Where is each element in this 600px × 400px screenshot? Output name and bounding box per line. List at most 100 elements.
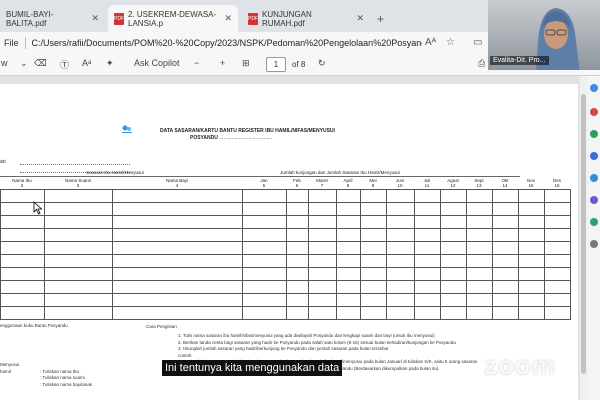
ask-copilot-button[interactable]: Ask Copilot — [134, 58, 180, 68]
table-cell — [492, 189, 519, 203]
copilot-sidebar-icon[interactable] — [590, 196, 598, 204]
edge-sidebar — [588, 76, 600, 400]
add-sidebar-icon[interactable] — [590, 240, 598, 248]
table-cell — [414, 254, 441, 268]
table-cell — [544, 228, 571, 242]
table-cell — [286, 280, 309, 294]
table-cell — [112, 189, 243, 203]
zoom-in-icon[interactable]: + — [220, 58, 225, 68]
table-cell — [492, 228, 519, 242]
table-cell — [242, 267, 287, 281]
table-cell — [0, 241, 45, 255]
pdf-icon: PDF — [114, 12, 124, 25]
table-cell — [44, 254, 113, 268]
table-cell — [386, 267, 415, 281]
draw-chevron-icon[interactable]: ⌄ — [20, 58, 28, 69]
table-cell — [518, 241, 545, 255]
pdf-icon: PDF — [248, 12, 258, 25]
column-number: 12 — [450, 183, 456, 188]
close-icon[interactable]: ✕ — [218, 13, 232, 24]
notes-value: : Tuliskan nama Ibu — [40, 368, 80, 374]
zoom-out-icon[interactable]: − — [194, 58, 199, 68]
table-cell — [360, 202, 387, 216]
read-aloud-icon[interactable]: Aᴬ — [425, 37, 436, 48]
table-cell — [336, 293, 361, 307]
table-cell — [242, 215, 287, 229]
table-cell — [44, 228, 113, 242]
participant-name: Evalita-Dit. Pro... — [490, 56, 549, 65]
read-aloud-icon[interactable]: Aᵃ — [82, 58, 91, 68]
column-number: 3 — [76, 183, 80, 188]
star-icon[interactable]: ☆ — [446, 37, 455, 48]
table-cell — [492, 215, 519, 229]
table-cell — [44, 241, 113, 255]
table-cell — [414, 189, 441, 203]
table-cell — [386, 189, 415, 203]
table-cell — [466, 241, 493, 255]
table-cell — [336, 280, 361, 294]
page-number-input[interactable]: 1 — [266, 57, 286, 72]
new-tab-icon[interactable]: + — [377, 12, 384, 26]
table-cell — [466, 280, 493, 294]
scrollbar-thumb[interactable] — [581, 94, 586, 374]
column-number: 6 — [295, 183, 299, 188]
url-field[interactable]: C:/Users/rafii/Documents/POM%20-%20Copy/… — [32, 38, 422, 48]
table-cell — [308, 228, 337, 242]
table-cell — [44, 267, 113, 281]
table-cell — [286, 202, 309, 216]
close-icon[interactable]: ✕ — [350, 13, 364, 24]
table-cell — [466, 202, 493, 216]
table-cell — [518, 267, 545, 281]
table-cell — [440, 241, 467, 255]
table-cell — [308, 215, 337, 229]
table-cell — [492, 202, 519, 216]
column-number: 5 — [262, 183, 266, 188]
split-screen-icon[interactable]: ▭ — [473, 37, 482, 48]
table-cell — [286, 254, 309, 268]
rotate-icon[interactable]: ↻ — [318, 58, 326, 69]
table-cell — [492, 306, 519, 320]
erase-icon[interactable]: ⌫ — [34, 58, 47, 69]
notes-value: : Tuliskan nama suami — [40, 375, 85, 380]
table-cell — [518, 215, 545, 229]
notes-right-title: Cara Pengisian — [146, 324, 177, 329]
table-cell — [112, 267, 243, 281]
search-icon[interactable] — [590, 84, 598, 92]
table-cell — [386, 215, 415, 229]
drop-icon[interactable] — [590, 218, 598, 226]
tab-usekrem[interactable]: PDF 2. USEKREM-DEWASA-LANSIA.p ✕ — [108, 5, 238, 32]
shopping-icon[interactable] — [590, 108, 598, 116]
column-number: 8 — [346, 183, 350, 188]
tab-bumil[interactable]: BUMIL-BAYI-BALITA.pdf ✕ — [0, 5, 105, 32]
header-rule — [0, 176, 520, 177]
table-cell — [112, 202, 243, 216]
table-cell — [308, 280, 337, 294]
table-cell — [0, 267, 45, 281]
tab-kunjungan[interactable]: PDF KUNJUNGAN RUMAH.pdf ✕ — [242, 5, 370, 32]
table-cell — [440, 215, 467, 229]
table-cell — [518, 280, 545, 294]
draw-label-icon[interactable]: w — [1, 58, 8, 68]
games-icon[interactable] — [590, 152, 598, 160]
table-cell — [544, 202, 571, 216]
table-cell — [44, 293, 113, 307]
table-cell — [242, 241, 287, 255]
close-icon[interactable]: ✕ — [85, 13, 99, 24]
table-cell — [336, 228, 361, 242]
text-box-icon[interactable]: Ⓣ — [60, 58, 69, 71]
table-cell — [336, 202, 361, 216]
tools-icon[interactable] — [590, 130, 598, 138]
document-title: DATA SASARAN/KARTU BANTU REGISTER IBU HA… — [160, 128, 335, 134]
tab-label: KUNJUNGAN RUMAH.pdf — [262, 9, 312, 28]
table-row — [0, 189, 571, 203]
print-icon[interactable]: ⎙ — [478, 58, 485, 69]
table-row — [0, 306, 571, 320]
column-number: 16 — [554, 183, 560, 188]
fit-page-icon[interactable]: ⊞ — [242, 58, 250, 69]
table-cell — [414, 215, 441, 229]
table-cell — [360, 215, 387, 229]
copilot-icon[interactable]: ✦ — [106, 58, 114, 69]
outlook-icon[interactable] — [590, 174, 598, 182]
column-number: 14 — [502, 183, 508, 188]
table-cell — [440, 202, 467, 216]
